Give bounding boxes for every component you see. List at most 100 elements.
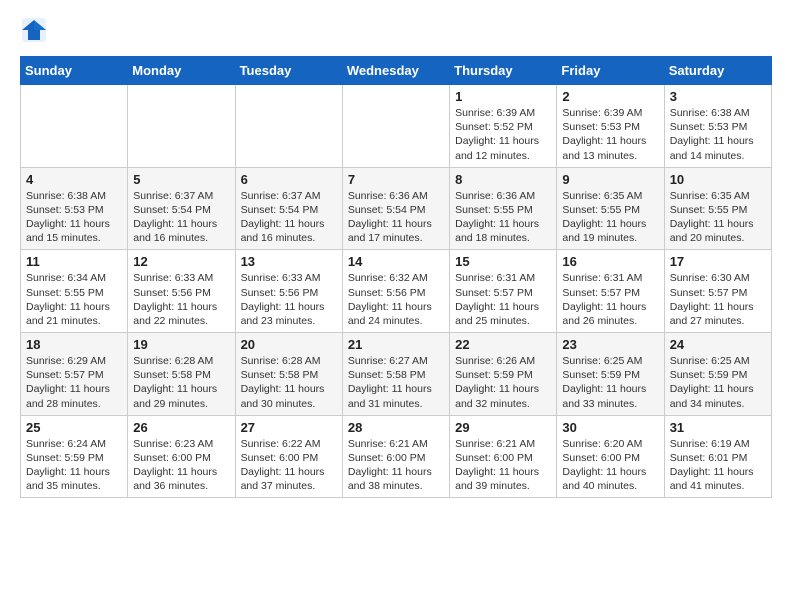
header (20, 16, 772, 44)
day-info: Sunrise: 6:28 AM Sunset: 5:58 PM Dayligh… (133, 354, 229, 411)
day-info: Sunrise: 6:19 AM Sunset: 6:01 PM Dayligh… (670, 437, 766, 494)
day-info: Sunrise: 6:33 AM Sunset: 5:56 PM Dayligh… (241, 271, 337, 328)
day-number: 31 (670, 420, 766, 435)
calendar-cell (342, 85, 449, 168)
calendar-cell: 18 Sunrise: 6:29 AM Sunset: 5:57 PM Dayli… (21, 333, 128, 416)
day-number: 16 (562, 254, 658, 269)
day-number: 6 (241, 172, 337, 187)
page: SundayMondayTuesdayWednesdayThursdayFrid… (0, 0, 792, 514)
day-info: Sunrise: 6:26 AM Sunset: 5:59 PM Dayligh… (455, 354, 551, 411)
calendar-header-sunday: Sunday (21, 57, 128, 85)
day-number: 5 (133, 172, 229, 187)
day-info: Sunrise: 6:25 AM Sunset: 5:59 PM Dayligh… (670, 354, 766, 411)
calendar-cell: 28Sunrise: 6:21 AM Sunset: 6:00 PM Dayli… (342, 415, 449, 498)
calendar-cell: 16 Sunrise: 6:31 AM Sunset: 5:57 PM Dayli… (557, 250, 664, 333)
calendar-cell: 2Sunrise: 6:39 AM Sunset: 5:53 PM Daylig… (557, 85, 664, 168)
calendar-cell (21, 85, 128, 168)
day-number: 3 (670, 89, 766, 104)
day-info: Sunrise: 6:24 AM Sunset: 5:59 PM Dayligh… (26, 437, 122, 494)
calendar-cell: 26 Sunrise: 6:23 AM Sunset: 6:00 PM Dayli… (128, 415, 235, 498)
day-info: Sunrise: 6:35 AM Sunset: 5:55 PM Dayligh… (562, 189, 658, 246)
day-number: 17 (670, 254, 766, 269)
calendar-cell: 19 Sunrise: 6:28 AM Sunset: 5:58 PM Dayli… (128, 333, 235, 416)
calendar-cell: 14 Sunrise: 6:32 AM Sunset: 5:56 PM Dayli… (342, 250, 449, 333)
day-info: Sunrise: 6:21 AM Sunset: 6:00 PM Dayligh… (348, 437, 444, 494)
day-number: 13 (241, 254, 337, 269)
day-number: 24 (670, 337, 766, 352)
day-number: 8 (455, 172, 551, 187)
calendar-cell: 5 Sunrise: 6:37 AM Sunset: 5:54 PM Daylig… (128, 167, 235, 250)
day-info: Sunrise: 6:38 AM Sunset: 5:53 PM Dayligh… (670, 106, 766, 163)
calendar-header-tuesday: Tuesday (235, 57, 342, 85)
calendar-cell (235, 85, 342, 168)
calendar-cell: 12 Sunrise: 6:33 AM Sunset: 5:56 PM Dayli… (128, 250, 235, 333)
calendar-cell: 24 Sunrise: 6:25 AM Sunset: 5:59 PM Dayli… (664, 333, 771, 416)
day-number: 29 (455, 420, 551, 435)
day-info: Sunrise: 6:38 AM Sunset: 5:53 PM Dayligh… (26, 189, 122, 246)
day-number: 7 (348, 172, 444, 187)
calendar-cell: 15 Sunrise: 6:31 AM Sunset: 5:57 PM Dayli… (450, 250, 557, 333)
calendar-cell: 17Sunrise: 6:30 AM Sunset: 5:57 PM Dayli… (664, 250, 771, 333)
calendar-cell: 3 Sunrise: 6:38 AM Sunset: 5:53 PM Daylig… (664, 85, 771, 168)
day-info: Sunrise: 6:31 AM Sunset: 5:57 PM Dayligh… (455, 271, 551, 328)
calendar-header-row: SundayMondayTuesdayWednesdayThursdayFrid… (21, 57, 772, 85)
day-info: Sunrise: 6:39 AM Sunset: 5:53 PM Dayligh… (562, 106, 658, 163)
day-info: Sunrise: 6:28 AM Sunset: 5:58 PM Dayligh… (241, 354, 337, 411)
day-info: Sunrise: 6:35 AM Sunset: 5:55 PM Dayligh… (670, 189, 766, 246)
day-number: 26 (133, 420, 229, 435)
calendar-cell: 22 Sunrise: 6:26 AM Sunset: 5:59 PM Dayli… (450, 333, 557, 416)
day-number: 22 (455, 337, 551, 352)
day-info: Sunrise: 6:37 AM Sunset: 5:54 PM Dayligh… (133, 189, 229, 246)
calendar-cell: 8Sunrise: 6:36 AM Sunset: 5:55 PM Daylig… (450, 167, 557, 250)
day-info: Sunrise: 6:39 AM Sunset: 5:52 PM Dayligh… (455, 106, 551, 163)
calendar-cell: 27Sunrise: 6:22 AM Sunset: 6:00 PM Dayli… (235, 415, 342, 498)
calendar-week-4: 25 Sunrise: 6:24 AM Sunset: 5:59 PM Dayli… (21, 415, 772, 498)
calendar-week-3: 18 Sunrise: 6:29 AM Sunset: 5:57 PM Dayli… (21, 333, 772, 416)
day-number: 1 (455, 89, 551, 104)
day-info: Sunrise: 6:33 AM Sunset: 5:56 PM Dayligh… (133, 271, 229, 328)
calendar-cell: 31 Sunrise: 6:19 AM Sunset: 6:01 PM Dayli… (664, 415, 771, 498)
calendar-header-friday: Friday (557, 57, 664, 85)
day-info: Sunrise: 6:22 AM Sunset: 6:00 PM Dayligh… (241, 437, 337, 494)
day-number: 30 (562, 420, 658, 435)
day-number: 18 (26, 337, 122, 352)
calendar-cell: 25 Sunrise: 6:24 AM Sunset: 5:59 PM Dayli… (21, 415, 128, 498)
day-info: Sunrise: 6:36 AM Sunset: 5:54 PM Dayligh… (348, 189, 444, 246)
calendar-cell: 7 Sunrise: 6:36 AM Sunset: 5:54 PM Daylig… (342, 167, 449, 250)
day-info: Sunrise: 6:37 AM Sunset: 5:54 PM Dayligh… (241, 189, 337, 246)
day-number: 15 (455, 254, 551, 269)
calendar-cell: 30Sunrise: 6:20 AM Sunset: 6:00 PM Dayli… (557, 415, 664, 498)
calendar-cell: 11Sunrise: 6:34 AM Sunset: 5:55 PM Dayli… (21, 250, 128, 333)
calendar-header-wednesday: Wednesday (342, 57, 449, 85)
calendar: SundayMondayTuesdayWednesdayThursdayFrid… (20, 56, 772, 498)
day-info: Sunrise: 6:25 AM Sunset: 5:59 PM Dayligh… (562, 354, 658, 411)
day-info: Sunrise: 6:32 AM Sunset: 5:56 PM Dayligh… (348, 271, 444, 328)
day-info: Sunrise: 6:23 AM Sunset: 6:00 PM Dayligh… (133, 437, 229, 494)
day-info: Sunrise: 6:31 AM Sunset: 5:57 PM Dayligh… (562, 271, 658, 328)
calendar-cell (128, 85, 235, 168)
calendar-cell: 21Sunrise: 6:27 AM Sunset: 5:58 PM Dayli… (342, 333, 449, 416)
day-number: 12 (133, 254, 229, 269)
calendar-header-saturday: Saturday (664, 57, 771, 85)
day-number: 23 (562, 337, 658, 352)
logo (20, 16, 52, 44)
day-info: Sunrise: 6:27 AM Sunset: 5:58 PM Dayligh… (348, 354, 444, 411)
day-number: 9 (562, 172, 658, 187)
calendar-header-monday: Monday (128, 57, 235, 85)
calendar-cell: 29Sunrise: 6:21 AM Sunset: 6:00 PM Dayli… (450, 415, 557, 498)
calendar-header-thursday: Thursday (450, 57, 557, 85)
day-number: 19 (133, 337, 229, 352)
calendar-cell: 13 Sunrise: 6:33 AM Sunset: 5:56 PM Dayli… (235, 250, 342, 333)
day-number: 14 (348, 254, 444, 269)
calendar-cell: 1 Sunrise: 6:39 AM Sunset: 5:52 PM Daylig… (450, 85, 557, 168)
calendar-cell: 23 Sunrise: 6:25 AM Sunset: 5:59 PM Dayli… (557, 333, 664, 416)
day-info: Sunrise: 6:34 AM Sunset: 5:55 PM Dayligh… (26, 271, 122, 328)
day-number: 20 (241, 337, 337, 352)
day-number: 4 (26, 172, 122, 187)
calendar-week-1: 4 Sunrise: 6:38 AM Sunset: 5:53 PM Daylig… (21, 167, 772, 250)
day-number: 25 (26, 420, 122, 435)
calendar-cell: 9 Sunrise: 6:35 AM Sunset: 5:55 PM Daylig… (557, 167, 664, 250)
calendar-week-0: 1 Sunrise: 6:39 AM Sunset: 5:52 PM Daylig… (21, 85, 772, 168)
day-info: Sunrise: 6:29 AM Sunset: 5:57 PM Dayligh… (26, 354, 122, 411)
calendar-week-2: 11Sunrise: 6:34 AM Sunset: 5:55 PM Dayli… (21, 250, 772, 333)
